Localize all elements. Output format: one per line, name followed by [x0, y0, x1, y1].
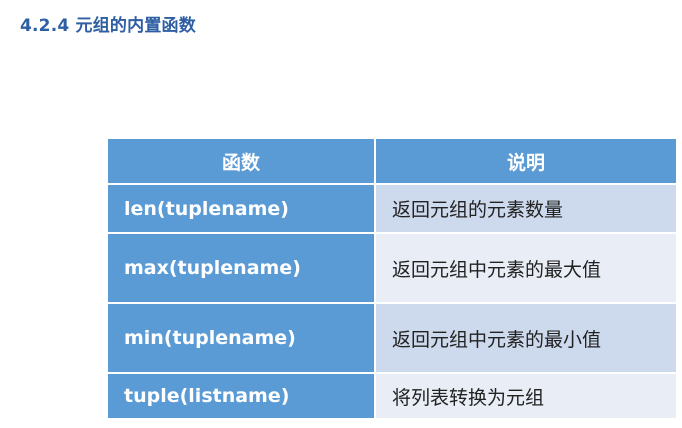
column-header-description: 说明	[374, 137, 678, 185]
function-name-cell: max(tuplename)	[106, 232, 376, 304]
function-description-cell: 返回元组中元素的最大值	[374, 232, 678, 304]
function-description-cell: 返回元组中元素的最小值	[374, 302, 678, 374]
section-title: 4.2.4 元组的内置函数	[20, 16, 196, 36]
table-row: len(tuplename) 返回元组的元素数量	[106, 183, 678, 234]
table-header-row: 函数 说明	[106, 137, 678, 185]
table-row: tuple(listname) 将列表转换为元组	[106, 372, 678, 420]
function-name-cell: len(tuplename)	[106, 183, 376, 234]
builtin-functions-table: 函数 说明 len(tuplename) 返回元组的元素数量 max(tuple…	[106, 137, 678, 420]
table-row: max(tuplename) 返回元组中元素的最大值	[106, 232, 678, 304]
function-name-cell: min(tuplename)	[106, 302, 376, 374]
function-name-cell: tuple(listname)	[106, 372, 376, 420]
column-header-function: 函数	[106, 137, 376, 185]
table-row: min(tuplename) 返回元组中元素的最小值	[106, 302, 678, 374]
function-description-cell: 返回元组的元素数量	[374, 183, 678, 234]
function-description-cell: 将列表转换为元组	[374, 372, 678, 420]
